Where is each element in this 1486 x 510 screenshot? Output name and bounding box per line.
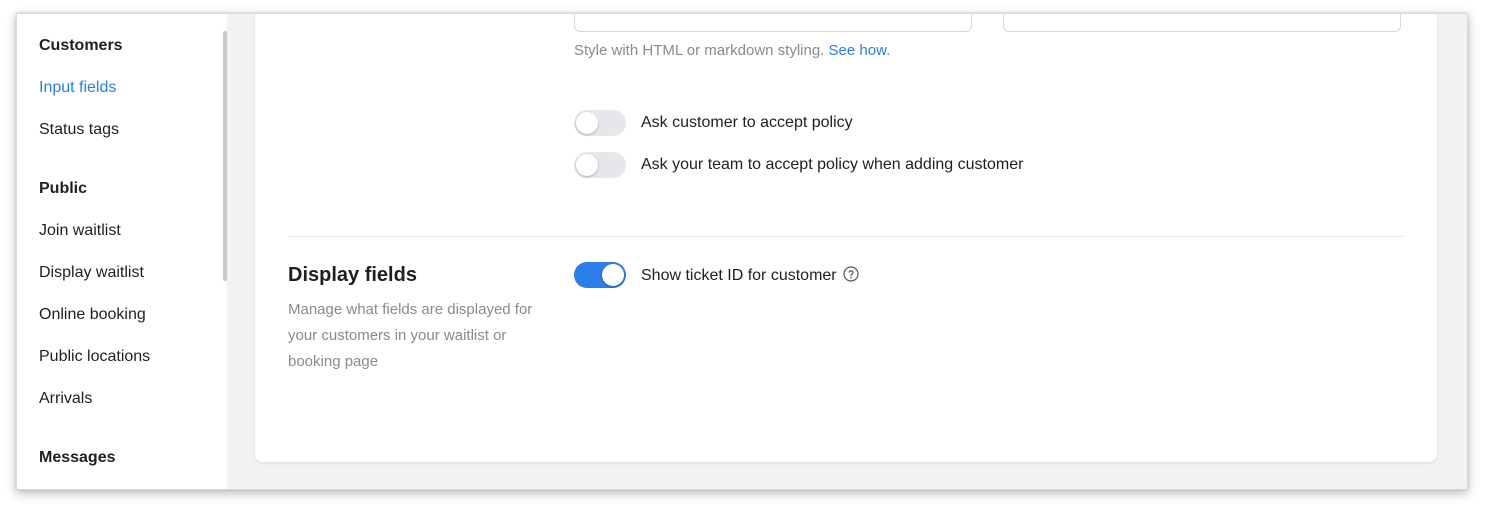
toggle-knob — [576, 154, 598, 176]
policy-text-input[interactable] — [574, 14, 972, 32]
sidebar-scrollbar[interactable] — [223, 31, 227, 281]
sidebar-heading-public: Public — [39, 180, 88, 197]
toggle-knob — [602, 264, 624, 286]
sidebar-item-join-waitlist[interactable]: Join waitlist — [39, 222, 121, 240]
ask-customer-accept-policy-toggle[interactable] — [574, 110, 626, 136]
settings-window: Customers Input fields Status tags Publi… — [16, 13, 1468, 490]
sidebar-heading-customers: Customers — [39, 37, 123, 54]
ask-team-accept-policy-label: Ask your team to accept policy when addi… — [641, 156, 1024, 173]
policy-secondary-input[interactable] — [1003, 14, 1401, 32]
show-ticket-id-row: Show ticket ID for customer — [641, 266, 859, 285]
policy-hint-text: Style with HTML or markdown styling. — [574, 42, 825, 59]
toggle-knob — [576, 112, 598, 134]
sidebar-item-online-booking[interactable]: Online booking — [39, 306, 146, 324]
sidebar-item-public-locations[interactable]: Public locations — [39, 348, 150, 366]
show-ticket-id-toggle[interactable] — [574, 262, 626, 288]
sidebar-heading-messages: Messages — [39, 449, 116, 466]
policy-style-hint: Style with HTML or markdown styling. See… — [574, 42, 890, 59]
ask-team-accept-policy-toggle[interactable] — [574, 152, 626, 178]
sidebar: Customers Input fields Status tags Publi… — [17, 14, 227, 489]
display-fields-title: Display fields — [288, 264, 417, 286]
sidebar-item-status-tags[interactable]: Status tags — [39, 121, 119, 139]
see-how-link[interactable]: See how. — [829, 42, 891, 59]
section-divider — [288, 236, 1403, 237]
show-ticket-id-label: Show ticket ID for customer — [641, 267, 837, 284]
settings-card: Style with HTML or markdown styling. See… — [255, 14, 1437, 462]
sidebar-item-arrivals[interactable]: Arrivals — [39, 390, 92, 408]
help-circle-icon[interactable] — [843, 266, 859, 282]
ask-customer-accept-policy-label: Ask customer to accept policy — [641, 114, 853, 131]
sidebar-item-input-fields[interactable]: Input fields — [39, 79, 116, 97]
display-fields-description: Manage what fields are displayed for you… — [288, 301, 533, 370]
sidebar-item-display-waitlist[interactable]: Display waitlist — [39, 264, 144, 282]
